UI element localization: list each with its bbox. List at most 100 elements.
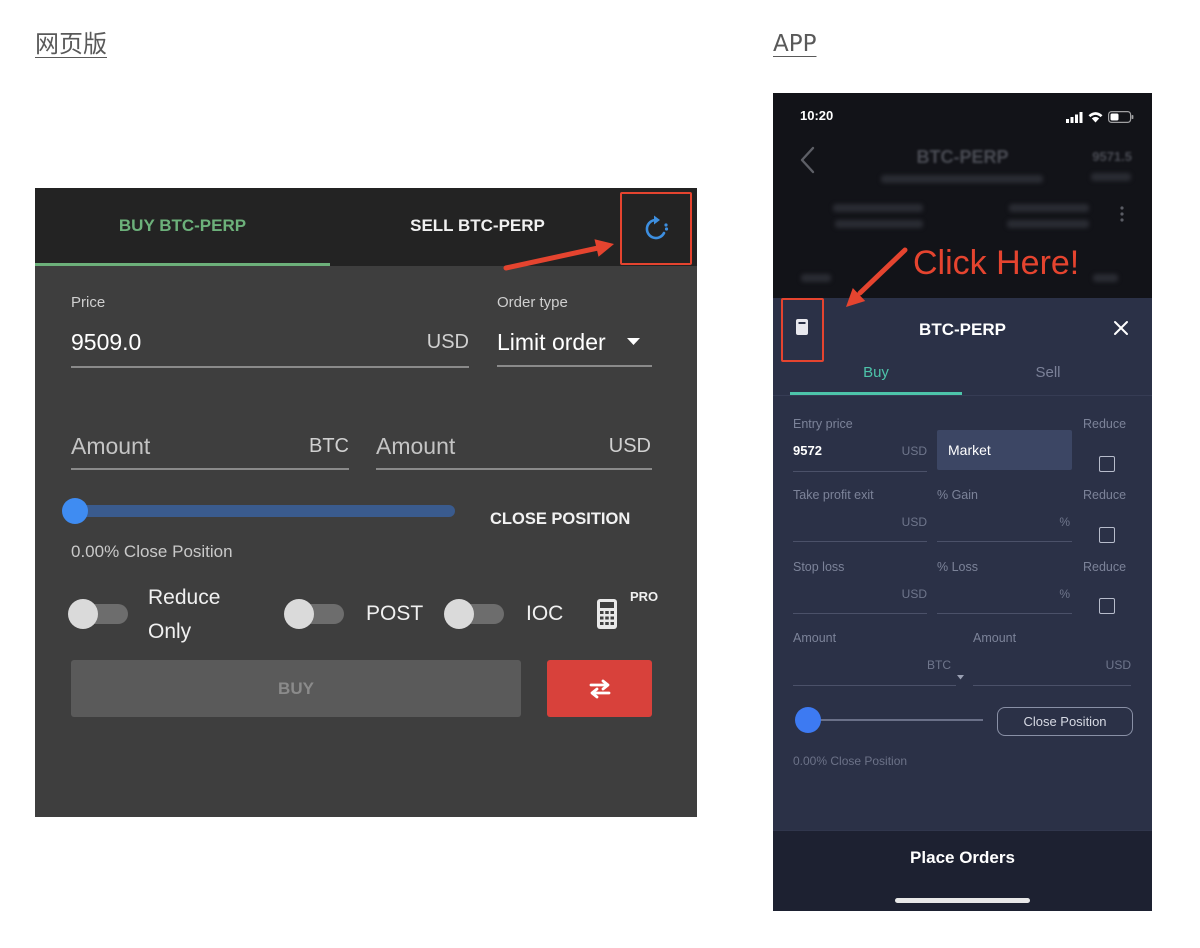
more-vertical-icon bbox=[1120, 206, 1124, 222]
market-price: 9571.5 bbox=[1092, 149, 1132, 164]
order-modal bbox=[773, 298, 1152, 911]
amount-btc-input[interactable] bbox=[793, 657, 908, 673]
close-modal-button[interactable] bbox=[1113, 320, 1129, 336]
battery-icon bbox=[1108, 110, 1134, 123]
amount-usd-unit: USD bbox=[1105, 658, 1131, 672]
close-position-status: 0.00% Close Position bbox=[793, 754, 908, 768]
take-profit-input[interactable] bbox=[793, 514, 888, 530]
reduce-checkbox[interactable] bbox=[1099, 598, 1115, 614]
status-time: 10:20 bbox=[800, 108, 834, 123]
tab-sell[interactable]: SELL BTC-PERP bbox=[330, 188, 625, 264]
reduce-checkbox[interactable] bbox=[1099, 456, 1115, 472]
swap-arrows-icon bbox=[589, 679, 610, 698]
status-icons bbox=[1066, 110, 1136, 123]
mobile-app-screenshot: 10:20 BTC-PERP 9571.5 Click Here! BTC-PE… bbox=[773, 93, 1152, 911]
amount-btc-input[interactable] bbox=[71, 433, 291, 459]
amount-btc-unit: BTC bbox=[927, 658, 951, 672]
annotation-click-here: Click Here! bbox=[913, 244, 1080, 282]
position-slider-track[interactable] bbox=[808, 719, 983, 721]
entry-price-unit: USD bbox=[901, 444, 927, 458]
calculator-button[interactable] bbox=[596, 598, 618, 630]
price-unit: USD bbox=[426, 331, 469, 353]
order-type-label: Order type bbox=[497, 294, 568, 311]
unit-dropdown-icon[interactable] bbox=[957, 675, 964, 680]
modal-title: BTC-PERP bbox=[919, 320, 1006, 339]
calculator-icon bbox=[597, 599, 617, 629]
amount-usd-underline bbox=[376, 468, 652, 470]
order-type-value: Market bbox=[948, 442, 991, 458]
ioc-label: IOC bbox=[526, 602, 564, 625]
stop-loss-underline bbox=[793, 613, 927, 614]
blurred-text bbox=[833, 204, 923, 212]
order-type-value: Limit order bbox=[497, 329, 606, 355]
amount-btc-underline bbox=[71, 468, 349, 470]
blurred-text bbox=[1091, 173, 1131, 181]
loss-percent-unit: % bbox=[1059, 587, 1070, 601]
stop-loss-label: Stop loss bbox=[793, 560, 845, 574]
post-label: POST bbox=[366, 602, 424, 625]
stop-loss-unit: USD bbox=[901, 587, 927, 601]
buy-button[interactable]: BUY bbox=[71, 660, 521, 717]
web-section-label: 网页版 bbox=[35, 30, 107, 58]
amount-usd-label: Amount bbox=[973, 631, 1017, 645]
blurred-text bbox=[835, 220, 923, 228]
pro-badge: PRO bbox=[630, 589, 659, 604]
reduce-checkbox[interactable] bbox=[1099, 527, 1115, 543]
post-only-toggle[interactable] bbox=[284, 599, 344, 629]
entry-price-label: Entry price bbox=[793, 417, 853, 431]
position-slider-thumb[interactable] bbox=[795, 707, 821, 733]
blurred-text bbox=[801, 274, 831, 282]
tab-buy-label: BUY BTC-PERP bbox=[118, 216, 247, 235]
order-side-tabs: BUY BTC-PERP SELL BTC-PERP bbox=[35, 188, 697, 266]
amount-btc-label: Amount bbox=[793, 631, 837, 645]
amount-usd-input[interactable] bbox=[973, 657, 1088, 673]
ioc-toggle[interactable] bbox=[444, 599, 504, 629]
blurred-text bbox=[1007, 220, 1089, 228]
amount-usd-input[interactable] bbox=[376, 433, 596, 459]
reduce-label: Reduce bbox=[1083, 560, 1127, 574]
tab-buy[interactable]: BUY BTC-PERP bbox=[35, 188, 330, 264]
blurred-text bbox=[1009, 204, 1089, 212]
position-slider-thumb[interactable] bbox=[62, 498, 88, 524]
app-section-label: APP bbox=[773, 31, 817, 57]
close-position-status: 0.00% Close Position bbox=[71, 542, 233, 561]
tab-buy[interactable]: Buy bbox=[790, 364, 962, 382]
web-trading-panel: BUY BTC-PERP SELL BTC-PERP Price USD Ord… bbox=[35, 188, 697, 817]
price-input[interactable] bbox=[71, 329, 411, 355]
loss-percent-input[interactable] bbox=[937, 586, 1037, 602]
wifi-icon bbox=[1088, 111, 1103, 122]
home-indicator bbox=[895, 898, 1030, 903]
amount-usd-unit: USD bbox=[608, 435, 651, 457]
gain-percent-label: % Gain bbox=[937, 488, 978, 502]
price-underline bbox=[71, 366, 469, 368]
loss-percent-label: % Loss bbox=[937, 560, 978, 574]
place-orders-button[interactable]: Place Orders bbox=[773, 848, 1152, 868]
entry-price-input[interactable] bbox=[793, 443, 888, 459]
close-icon bbox=[1114, 321, 1128, 335]
amount-btc-unit: BTC bbox=[309, 435, 349, 457]
toggle-knob bbox=[284, 599, 314, 629]
order-type-select[interactable]: Limit order bbox=[497, 329, 652, 355]
take-profit-unit: USD bbox=[901, 515, 927, 529]
more-options-button[interactable] bbox=[1119, 205, 1129, 225]
gain-percent-input[interactable] bbox=[937, 514, 1037, 530]
close-position-button[interactable]: CLOSE POSITION bbox=[490, 508, 630, 530]
close-position-button[interactable]: Close Position bbox=[997, 707, 1133, 736]
amount-btc-underline bbox=[793, 685, 956, 686]
blurred-text bbox=[1093, 274, 1118, 282]
take-profit-underline bbox=[793, 541, 927, 542]
stop-loss-input[interactable] bbox=[793, 586, 888, 602]
refresh-button[interactable] bbox=[622, 194, 690, 263]
gain-percent-underline bbox=[937, 541, 1072, 542]
swap-side-button[interactable] bbox=[547, 660, 652, 717]
tab-sell[interactable]: Sell bbox=[962, 364, 1134, 382]
reduce-only-label: Reduce Only bbox=[148, 586, 221, 643]
reduce-label: Reduce bbox=[1083, 417, 1127, 431]
tab-sell-label: SELL BTC-PERP bbox=[410, 216, 545, 235]
reduce-only-toggle[interactable] bbox=[68, 599, 128, 629]
entry-price-underline bbox=[793, 471, 927, 472]
loss-percent-underline bbox=[937, 613, 1072, 614]
order-type-select[interactable]: Market bbox=[937, 430, 1072, 470]
position-slider-track[interactable] bbox=[75, 505, 455, 517]
reduce-label: Reduce bbox=[1083, 488, 1127, 502]
